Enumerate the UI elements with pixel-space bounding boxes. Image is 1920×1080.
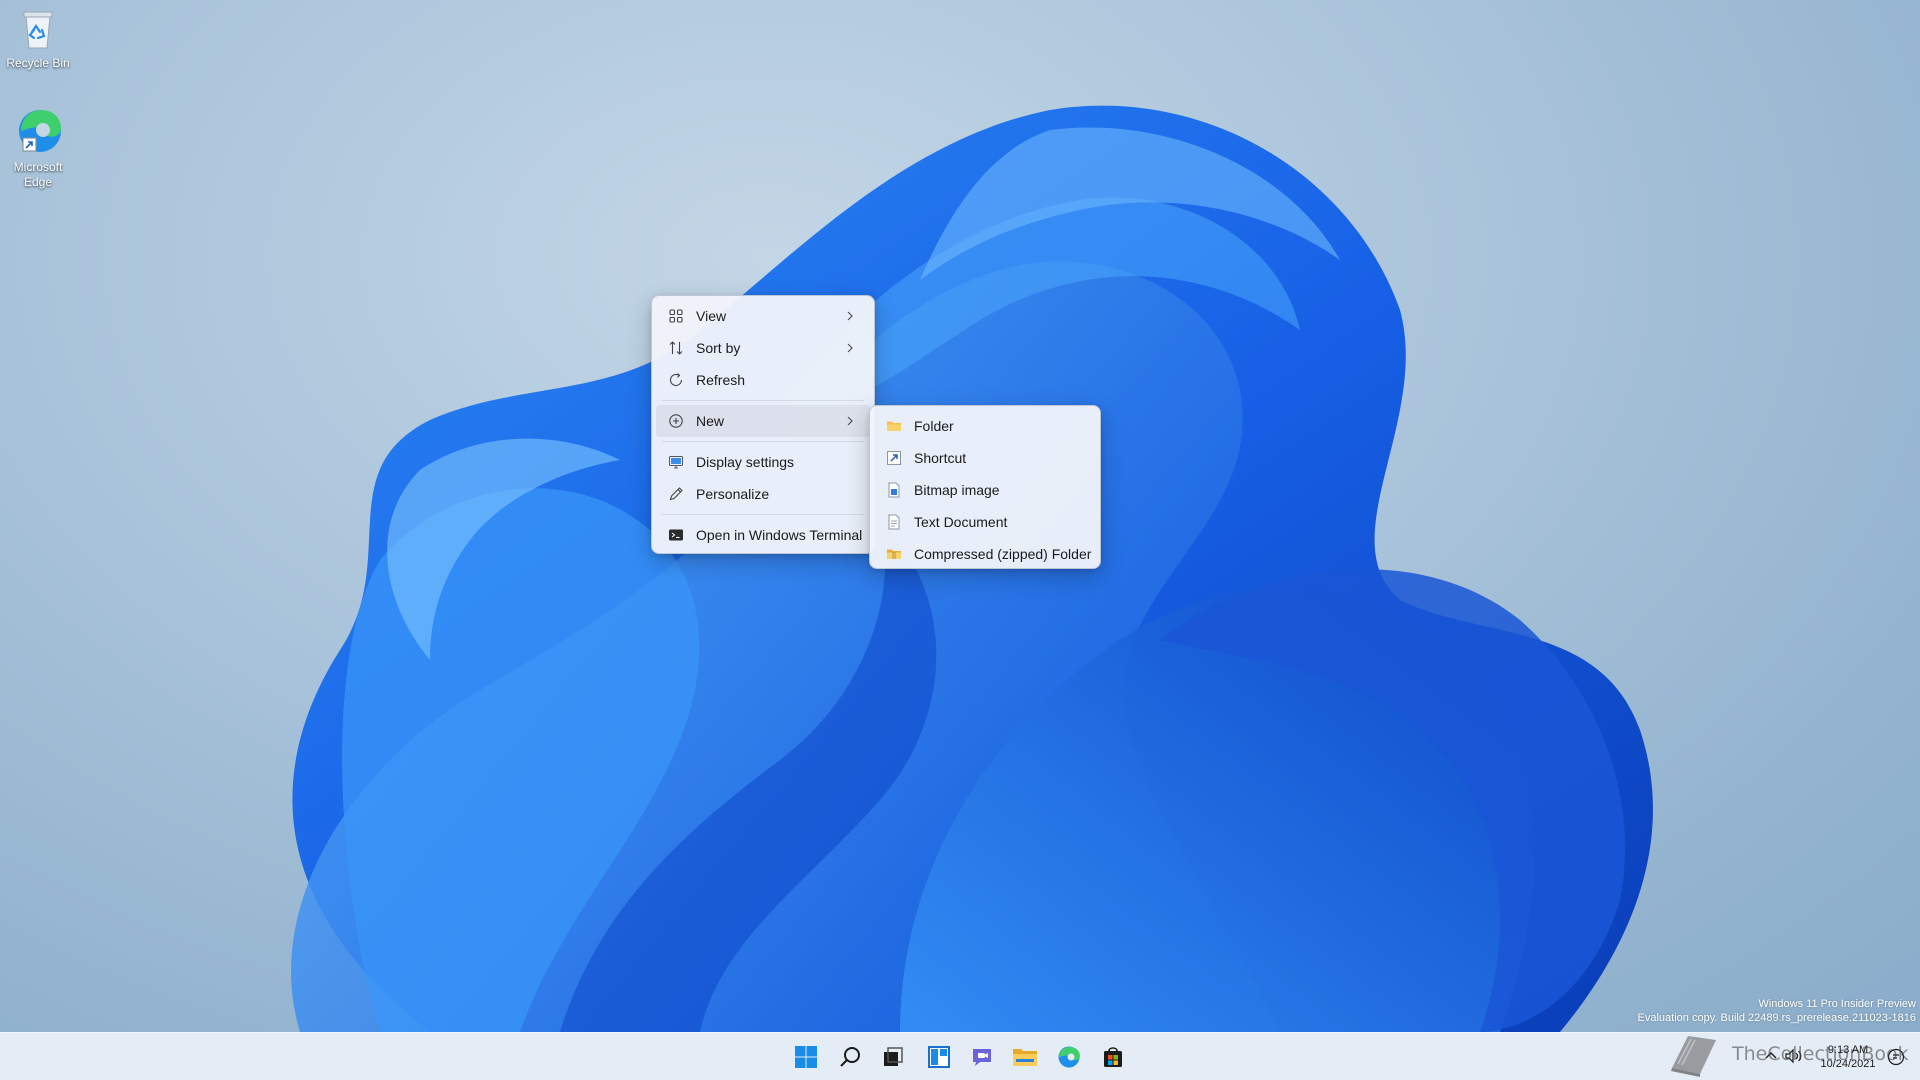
menu-item-refresh[interactable]: Refresh xyxy=(656,364,870,396)
submenu-item-folder[interactable]: Folder xyxy=(874,410,1096,442)
start-icon xyxy=(795,1046,817,1068)
pen-icon xyxy=(668,486,684,502)
menu-item-label: Refresh xyxy=(696,372,746,388)
text-document-icon xyxy=(886,514,902,530)
taskbar: 9:13 AM 10/24/2021 xyxy=(0,1032,1920,1080)
menu-item-view[interactable]: View xyxy=(656,300,870,332)
zip-folder-icon xyxy=(886,546,902,562)
edge-icon xyxy=(19,110,61,152)
start-button[interactable] xyxy=(790,1041,822,1073)
refresh-icon xyxy=(668,372,684,388)
display-settings-icon xyxy=(668,454,684,470)
widgets-button[interactable] xyxy=(923,1041,955,1073)
desktop-icon-label: Microsoft Edge xyxy=(13,160,63,189)
bitmap-icon xyxy=(886,482,902,498)
submenu-item-text-document[interactable]: Text Document xyxy=(874,506,1096,538)
watermark-line: Windows 11 Pro Insider Preview xyxy=(1758,998,1916,1010)
submenu-item-shortcut[interactable]: Shortcut xyxy=(874,442,1096,474)
desktop-context-menu: View Sort by Refresh New Display setting… xyxy=(651,295,875,554)
view-grid-icon xyxy=(668,308,684,324)
chat-button[interactable] xyxy=(966,1041,998,1073)
menu-item-open-in-windows-terminal[interactable]: Open in Windows Terminal xyxy=(656,519,870,551)
menu-separator xyxy=(662,514,864,515)
task-view-icon xyxy=(884,1047,903,1066)
chevron-right-icon xyxy=(847,343,853,353)
menu-item-label: Personalize xyxy=(696,486,770,502)
plus-circle-icon xyxy=(668,413,684,429)
new-submenu: Folder Shortcut Bitmap image Text Docume… xyxy=(869,405,1101,569)
menu-separator xyxy=(662,441,864,442)
desktop-icon-microsoft-edge[interactable]: Microsoft Edge xyxy=(0,106,76,190)
store-icon xyxy=(1104,1047,1122,1067)
chevron-right-icon xyxy=(847,416,853,426)
edge-button[interactable] xyxy=(1053,1041,1085,1073)
desktop[interactable]: Recycle Bin Microsoft Edge View Sort by … xyxy=(0,0,1920,1032)
site-logo: TheCollectionBook xyxy=(1666,1028,1920,1080)
book-icon xyxy=(1671,1036,1716,1077)
menu-item-label: Folder xyxy=(914,418,954,434)
menu-item-new[interactable]: New xyxy=(656,405,870,437)
chevron-right-icon xyxy=(847,311,853,321)
desktop-icon-recycle-bin[interactable]: Recycle Bin xyxy=(0,8,76,71)
edge-icon xyxy=(1058,1046,1080,1068)
menu-item-label: Bitmap image xyxy=(914,482,1000,498)
sort-icon xyxy=(668,340,684,356)
terminal-icon xyxy=(668,527,684,543)
menu-separator xyxy=(662,400,864,401)
submenu-item-compressed-folder[interactable]: Compressed (zipped) Folder xyxy=(874,538,1096,570)
submenu-item-bitmap-image[interactable]: Bitmap image xyxy=(874,474,1096,506)
site-logo-text: TheCollectionBook xyxy=(1732,1043,1909,1065)
menu-item-label: Sort by xyxy=(696,340,741,356)
menu-item-label: View xyxy=(696,308,727,324)
shortcut-icon xyxy=(886,450,902,466)
task-view-button[interactable] xyxy=(877,1041,909,1073)
build-watermark: Windows 11 Pro Insider Preview Evaluatio… xyxy=(1638,997,1916,1025)
file-explorer-icon xyxy=(1013,1049,1037,1066)
recycle-bin-icon xyxy=(23,11,53,49)
chat-icon xyxy=(973,1049,991,1066)
store-button[interactable] xyxy=(1097,1041,1129,1073)
menu-item-label: New xyxy=(696,413,725,429)
menu-item-personalize[interactable]: Personalize xyxy=(656,478,870,510)
file-explorer-button[interactable] xyxy=(1009,1041,1041,1073)
search-button[interactable] xyxy=(834,1041,866,1073)
menu-item-label: Display settings xyxy=(696,454,795,470)
watermark-line: Evaluation copy. Build 22489.rs_prerelea… xyxy=(1637,1012,1916,1024)
menu-item-label: Compressed (zipped) Folder xyxy=(914,546,1092,562)
folder-icon xyxy=(886,418,902,434)
menu-item-label: Text Document xyxy=(914,514,1008,530)
menu-item-sort-by[interactable]: Sort by xyxy=(656,332,870,364)
search-icon xyxy=(840,1047,860,1067)
widgets-icon xyxy=(928,1046,950,1068)
menu-item-display-settings[interactable]: Display settings xyxy=(656,446,870,478)
desktop-icon-label: Recycle Bin xyxy=(6,56,70,70)
menu-item-label: Shortcut xyxy=(914,450,967,466)
menu-item-label: Open in Windows Terminal xyxy=(696,527,863,543)
